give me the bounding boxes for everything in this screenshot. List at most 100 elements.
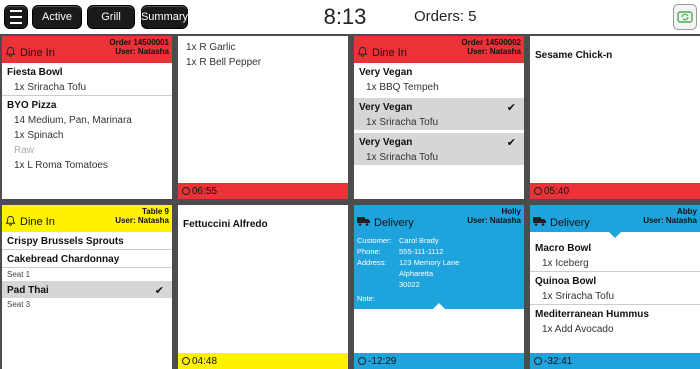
clock-icon: [182, 187, 190, 195]
order-user: User: Natasha: [643, 216, 697, 225]
clock-icon: [358, 357, 366, 365]
order-timer: -12:29: [354, 353, 524, 369]
address-line: 123 Memory Lane: [399, 258, 460, 267]
order-card[interactable]: Fettuccini Alfredo 04:48: [178, 205, 348, 369]
list-item[interactable]: Fiesta Bowl: [2, 63, 172, 80]
clock: 8:13: [323, 4, 367, 29]
order-header: Dine In Order 14500002 User: Natasha: [354, 36, 524, 63]
order-header: Delivery Holly User: Natasha: [354, 205, 524, 232]
list-item[interactable]: Mediterranean Hummus: [530, 305, 700, 322]
field-label: Note:: [357, 294, 375, 303]
address-line: 30022: [399, 280, 420, 289]
order-timer: 05:40: [530, 183, 700, 199]
order-card[interactable]: Delivery Abby User: Natasha Macro Bowl 1x…: [530, 205, 700, 369]
order-timer: 06:55: [178, 183, 348, 199]
order-type: Dine In: [20, 47, 55, 59]
item-modifier: 1x R Bell Pepper: [186, 57, 262, 68]
seat-label: Seat 1: [7, 270, 31, 279]
order-user: User: Natasha: [115, 216, 169, 225]
delivery-details: Customer: Carol Brady Phone: 555-111-1112 …: [354, 235, 524, 304]
truck-icon: [357, 216, 370, 229]
customer-name: Carol Brady: [399, 236, 439, 245]
order-card[interactable]: Delivery Holly User: Natasha Customer: Car…: [354, 205, 524, 369]
timer-value: 06:55: [192, 185, 218, 197]
address-line: Alpharetta: [399, 269, 434, 278]
timer-value: 04:48: [192, 355, 218, 367]
field-label: Customer:: [357, 236, 392, 245]
order-type: Dine In: [20, 216, 55, 228]
order-number: Order 14500002: [461, 38, 521, 47]
clock-icon: [182, 357, 190, 365]
check-icon: ✔: [506, 102, 516, 114]
table-number: Table 9: [142, 207, 169, 216]
field-label: Phone:: [357, 247, 381, 256]
customer-phone: 555-111-1112: [399, 247, 444, 256]
order-header: Delivery Abby User: Natasha: [530, 205, 700, 232]
check-icon: ✔: [506, 137, 516, 149]
items-area: [354, 303, 524, 353]
bell-icon: [5, 215, 16, 229]
list-item[interactable]: Sesame Chick-n: [530, 46, 700, 63]
order-user: User: Natasha: [115, 47, 169, 56]
list-item-selected[interactable]: Pad Thai ✔: [2, 281, 172, 298]
bell-icon: [357, 46, 368, 60]
order-card[interactable]: Dine In Order 14500002 User: Natasha Very…: [354, 36, 524, 199]
list-item[interactable]: BYO Pizza: [2, 96, 172, 113]
field-label: Address:: [357, 258, 387, 267]
list-item[interactable]: Macro Bowl: [530, 239, 700, 256]
item-modifier: 1x R Garlic: [186, 42, 236, 53]
item-modifier: 1x L Roma Tomatoes: [14, 160, 108, 171]
order-header: Dine In Table 9 User: Natasha: [2, 205, 172, 232]
item-modifier: 1x Iceberg: [542, 258, 589, 269]
item-modifier: Raw: [14, 145, 35, 156]
order-user: User: Natasha: [467, 47, 521, 56]
order-type: Delivery: [550, 216, 590, 229]
order-type: Dine In: [372, 47, 407, 59]
bell-icon: [5, 46, 16, 60]
seat-label: Seat 3: [7, 300, 31, 309]
list-item[interactable]: Cakebread Chardonnay: [2, 250, 172, 267]
list-item[interactable]: Fettuccini Alfredo: [178, 215, 348, 232]
timer-value: -12:29: [368, 355, 397, 367]
top-bar: Active Grill Summary 8:13 Orders: 5: [0, 0, 700, 34]
list-item-selected[interactable]: Very Vegan ✔ 1x Sriracha Tofu: [354, 98, 524, 130]
item-modifier: 1x Sriracha Tofu: [366, 117, 439, 128]
order-user: User: Natasha: [467, 216, 521, 225]
clock-icon: [534, 187, 542, 195]
item-modifier: 1x Add Avocado: [542, 324, 614, 335]
order-card[interactable]: Dine In Table 9 User: Natasha Crispy Brus…: [2, 205, 172, 369]
clock-icon: [534, 357, 542, 365]
item-name: Very Vegan: [359, 137, 413, 148]
item-name: Very Vegan: [359, 102, 413, 113]
item-modifier: 14 Medium, Pan, Marinara: [14, 115, 132, 126]
order-header: Dine In Order 14500001 User: Natasha: [2, 36, 172, 63]
order-card[interactable]: 1x R Garlic 1x R Bell Pepper 06:55: [178, 36, 348, 199]
panel-notch: [433, 303, 445, 309]
customer-short-name: Holly: [501, 207, 521, 216]
list-item[interactable]: Very Vegan: [354, 63, 524, 80]
order-card[interactable]: Sesame Chick-n 05:40: [530, 36, 700, 199]
order-card[interactable]: Dine In Order 14500001 User: Natasha Fies…: [2, 36, 172, 199]
orders-count: Orders: 5: [414, 8, 477, 25]
list-item[interactable]: Crispy Brussels Sprouts: [2, 232, 172, 249]
timer-value: -32:41: [544, 355, 573, 367]
item-name: Pad Thai: [7, 285, 49, 296]
item-modifier: 1x Spinach: [14, 130, 64, 141]
list-item-selected[interactable]: Very Vegan ✔ 1x Sriracha Tofu: [354, 133, 524, 165]
refresh-icon[interactable]: [673, 4, 697, 30]
truck-icon: [533, 216, 546, 229]
order-number: Order 14500001: [109, 38, 169, 47]
order-timer: 04:48: [178, 353, 348, 369]
timer-value: 05:40: [544, 185, 570, 197]
customer-short-name: Abby: [677, 207, 697, 216]
item-modifier: 1x Sriracha Tofu: [14, 82, 87, 93]
list-item[interactable]: Quinoa Bowl: [530, 272, 700, 289]
item-modifier: 1x Sriracha Tofu: [542, 291, 615, 302]
check-icon: ✔: [154, 285, 164, 297]
order-grid: Dine In Order 14500001 User: Natasha Fies…: [0, 34, 700, 369]
item-modifier: 1x BBQ Tempeh: [366, 82, 439, 93]
item-modifier: 1x Sriracha Tofu: [366, 152, 439, 163]
order-type: Delivery: [374, 216, 414, 229]
panel-notch: [609, 232, 621, 238]
order-timer: -32:41: [530, 353, 700, 369]
